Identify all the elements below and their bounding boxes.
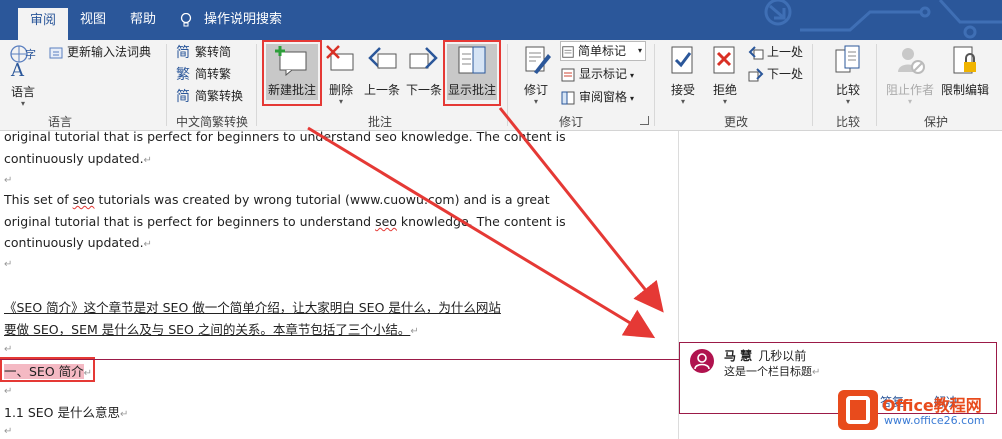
annotation-arrows (307, 107, 664, 339)
office-logo-icon (838, 390, 878, 430)
watermark-url: www.office26.com (884, 414, 985, 427)
arrow-to-comment-from-show (498, 107, 664, 313)
watermark: Office教程网 www.office26.com (838, 390, 1002, 434)
watermark-title: Office教程网 (882, 396, 982, 415)
